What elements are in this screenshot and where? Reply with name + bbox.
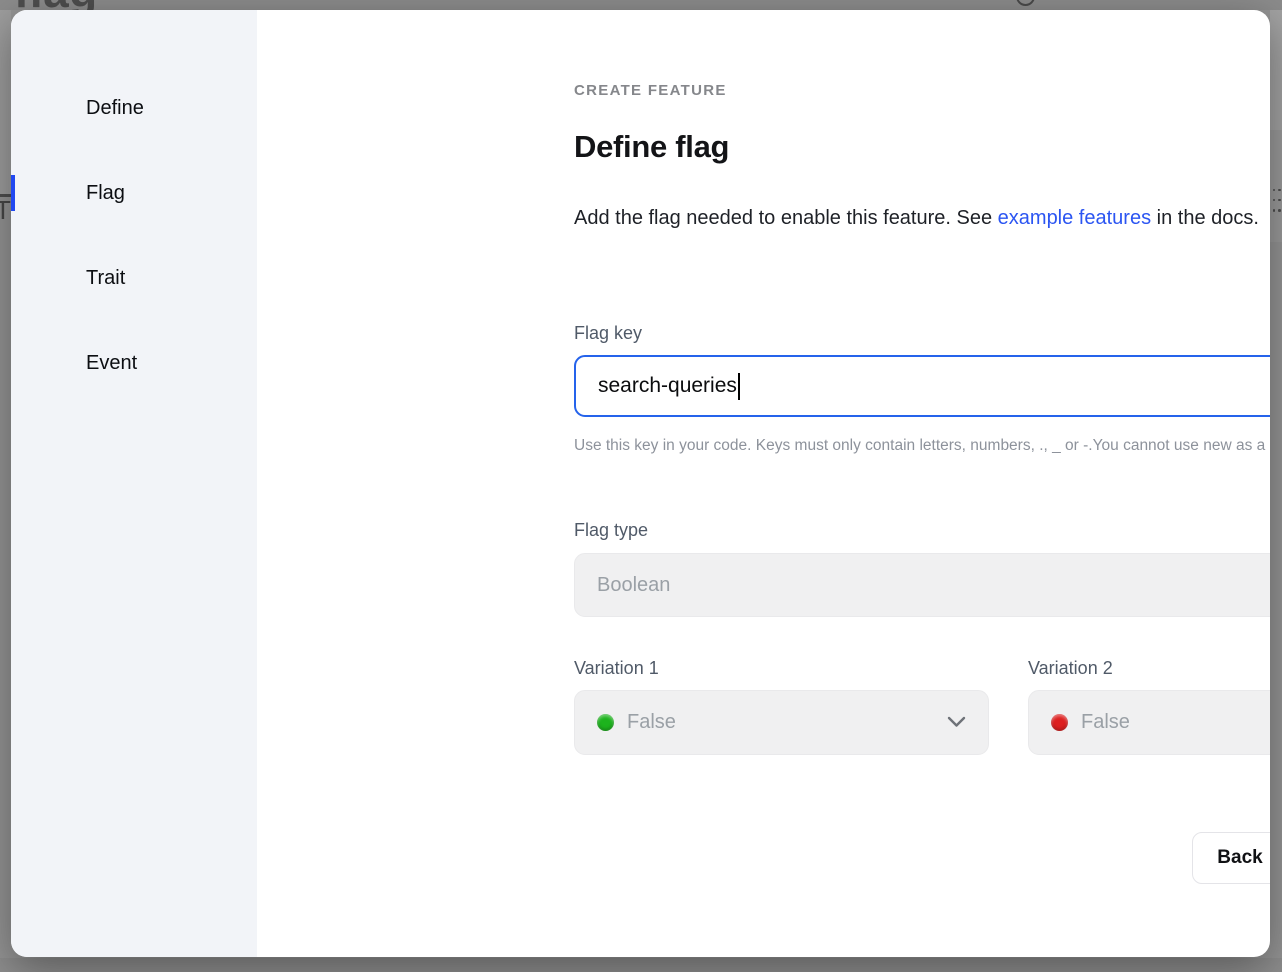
- backdrop-tab-text-fragment: T: [0, 195, 11, 226]
- variation-1-label: Variation 1: [574, 658, 659, 679]
- variation-1-value: False: [627, 711, 676, 734]
- variation-2-label: Variation 2: [1028, 658, 1113, 679]
- red-status-dot-icon: [1051, 714, 1068, 731]
- description-text: Add the flag needed to enable this featu…: [574, 200, 1270, 236]
- create-feature-modal: Define Flag Trait Event CREATE FE: [11, 10, 1270, 957]
- sidebar-item-flag[interactable]: Flag: [11, 173, 257, 213]
- backdrop-bottom-strip: [0, 958, 1282, 972]
- step-label: Trait: [86, 267, 125, 289]
- flag-key-help-text: Use this key in your code. Keys must onl…: [574, 434, 1270, 458]
- flag-key-value: search-queries: [598, 374, 737, 398]
- variation-2-value: False: [1081, 711, 1130, 734]
- description-before-link: Add the flag needed to enable this featu…: [574, 207, 998, 229]
- text-cursor: [738, 373, 740, 400]
- modal-content: CREATE FEATURE Define flag Add the flag …: [257, 10, 1270, 957]
- step-label: Event: [86, 352, 137, 374]
- flag-type-select[interactable]: Boolean: [574, 553, 1270, 617]
- flag-key-input[interactable]: search-queries: [574, 355, 1270, 417]
- step-label: Flag: [86, 182, 125, 204]
- search-icon: [1016, 0, 1035, 6]
- flag-type-value: Boolean: [597, 574, 670, 597]
- back-button[interactable]: Back: [1192, 832, 1270, 884]
- screen: flag T Define Flag Trait Even: [0, 0, 1282, 972]
- flag-key-label: Flag key: [574, 323, 642, 344]
- chevron-down-icon: [947, 711, 966, 734]
- sidebar-item-event[interactable]: Event: [11, 343, 257, 383]
- variation-1-select[interactable]: False: [574, 690, 989, 755]
- step-label: Define: [86, 97, 144, 119]
- variation-2-select[interactable]: False: [1028, 690, 1270, 755]
- green-status-dot-icon: [597, 714, 614, 731]
- backdrop-right-band: [1270, 10, 1282, 130]
- flag-type-label: Flag type: [574, 520, 648, 541]
- example-features-link[interactable]: example features: [998, 207, 1151, 229]
- backdrop-left-band: [0, 10, 11, 195]
- backdrop-page-title-fragment: flag: [14, 0, 98, 10]
- backdrop-right-band: [1270, 130, 1282, 242]
- page-title: Define flag: [574, 129, 729, 165]
- modal-eyebrow: CREATE FEATURE: [574, 82, 727, 99]
- description-after-link: in the docs.: [1151, 207, 1259, 229]
- drag-handle-icon: [1271, 187, 1280, 213]
- steps-sidebar: Define Flag Trait Event: [11, 10, 257, 957]
- sidebar-item-trait[interactable]: Trait: [11, 258, 257, 298]
- active-step-indicator: [11, 175, 15, 211]
- sidebar-item-define[interactable]: Define: [11, 88, 257, 128]
- backdrop-top-strip: flag: [0, 0, 1282, 10]
